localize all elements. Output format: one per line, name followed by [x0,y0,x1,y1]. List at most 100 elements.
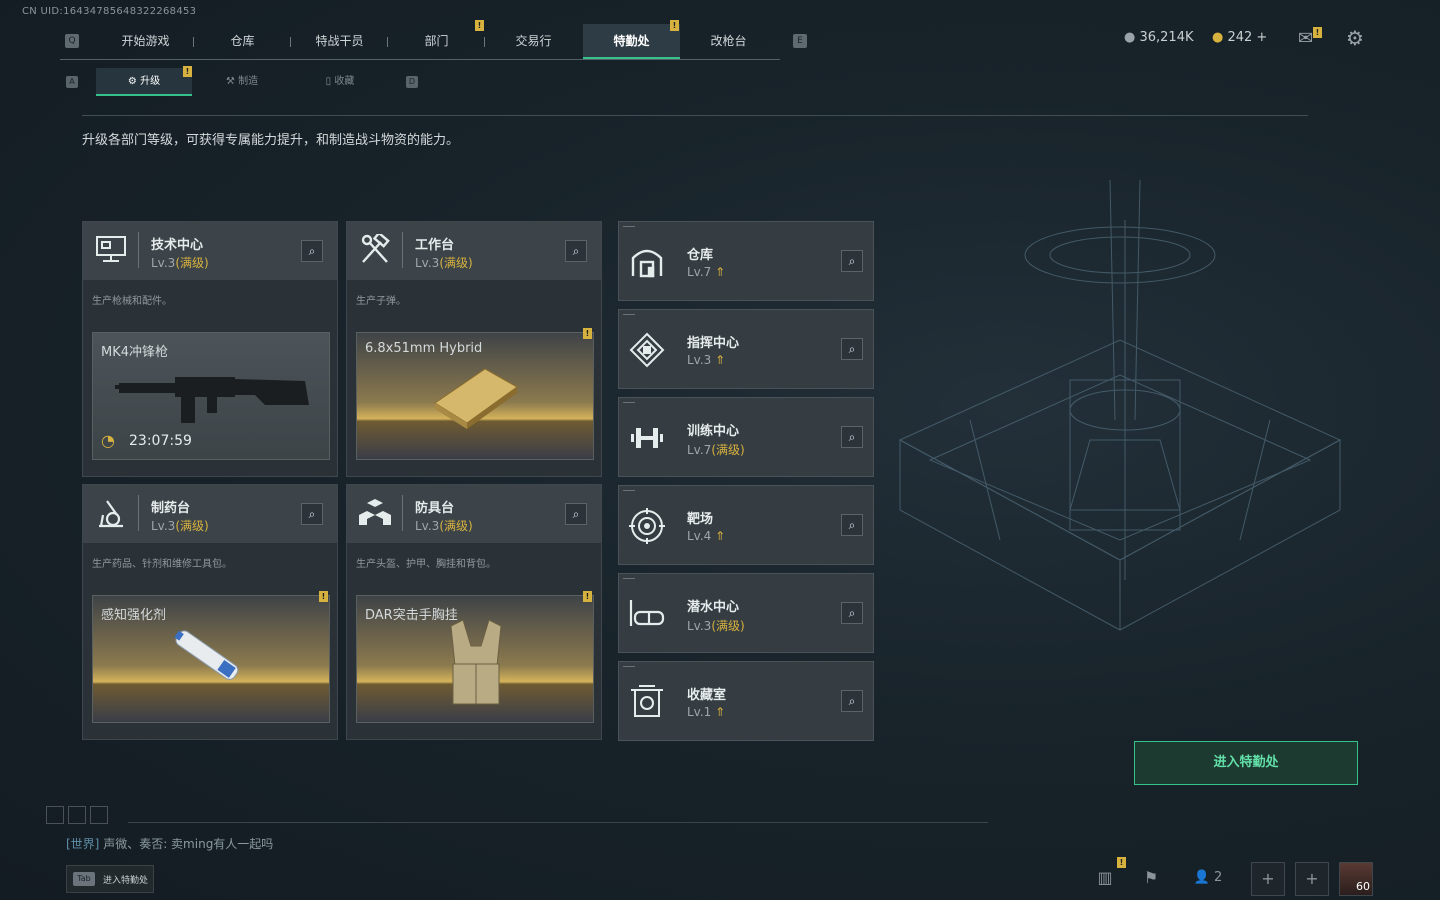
facility-description: 生产子弹。 [356,296,406,307]
product-slot[interactable]: 6.8x51mm Hybrid [356,332,594,460]
level-value: Lv.3 [415,519,440,533]
level-value: Lv.3 [415,256,440,270]
search-icon[interactable]: ⌕ [841,426,863,448]
chat-channel: [世界] [66,837,100,851]
tab-warehouse[interactable]: 仓库 [194,24,291,59]
product-name: 感知强化剂 [101,608,167,623]
friends-button[interactable]: 👤 2 [1188,862,1228,896]
nav-left-key[interactable]: Q [65,34,79,48]
upgrade-arrow-icon: ⇑ [715,265,726,279]
corner-mark [623,666,635,667]
player-level: 60 [1356,880,1370,893]
toolbar-square-icon[interactable] [68,806,86,824]
corner-mark [623,226,635,227]
goggles-icon [629,600,665,626]
search-icon[interactable]: ⌕ [301,503,323,525]
product-slot[interactable]: DAR突击手胸挂 [356,595,594,723]
facility-description: 生产药品、针剂和维修工具包。 [92,559,232,570]
facility-card-tech-center[interactable]: 技术中心 Lv.3(满级) ⌕ 生产枪械和配件。 MK4冲锋枪 ◔ 23:07:… [82,221,338,477]
dumbbell-icon [631,428,663,448]
tab-special-ops[interactable]: 特勤处 [583,24,680,59]
level-value: Lv.4 [687,529,712,543]
facility-item-collection[interactable]: 收藏室 Lv.1 ⇑ ⌕ [618,661,874,741]
tab-hint[interactable]: Tab 进入特勤处 [66,865,154,893]
page-description: 升级各部门等级，可获得专属能力提升，和制造战斗物资的能力。 [82,133,460,148]
tab-department[interactable]: 部门 [388,24,485,59]
level-value: Lv.7 [687,443,712,457]
tab-start-game[interactable]: 开始游戏 [97,24,194,59]
settings-gear-icon[interactable]: ⚙ [1346,26,1364,50]
max-level-tag: (满级) [439,256,473,270]
max-level-tag: (满级) [439,519,473,533]
chat-line[interactable]: [世界] 声微、奏否: 卖ming有人一起吗 [66,835,273,852]
search-icon[interactable]: ⌕ [841,250,863,272]
search-icon[interactable]: ⌕ [841,338,863,360]
toolbar-square-icon[interactable] [90,806,108,824]
gold-balance[interactable]: ● 242 + [1212,30,1267,45]
player-avatar[interactable]: 60 [1339,862,1373,896]
tab-operators[interactable]: 特战干员 [291,24,388,59]
facility-level: Lv.3(满级) [151,254,209,271]
add-slot-button[interactable]: + [1295,862,1329,896]
gold-amount: 242 + [1227,30,1268,45]
search-icon[interactable]: ⌕ [565,240,587,262]
facility-level: Lv.3(满级) [687,617,745,634]
subnav-left-key[interactable]: A [66,76,78,88]
divider [82,115,1308,116]
facility-card-workbench[interactable]: 工作台 Lv.3(满级) ⌕ 生产子弹。 6.8x51mm Hybrid ! [346,221,602,477]
product-slot[interactable]: MK4冲锋枪 ◔ 23:07:59 [92,332,330,460]
facility-item-command[interactable]: 指挥中心 Lv.3 ⇑ ⌕ [618,309,874,389]
header-divider [138,495,139,531]
product-slot[interactable]: 感知强化剂 [92,595,330,723]
timeline-divider [128,822,988,823]
facility-item-diving[interactable]: 潜水中心 Lv.3(满级) ⌕ [618,573,874,653]
friends-icon: 👤 [1193,870,1210,885]
facility-level: Lv.3 ⇑ [687,353,725,367]
chest-rig-image [450,619,502,705]
upgrade-arrow-icon: ⇑ [715,529,726,543]
header-divider [402,495,403,531]
coin-balance[interactable]: ● 36,214K [1124,30,1194,45]
tab-trade[interactable]: 交易行 [485,24,582,59]
facility-name: 技术中心 [151,238,204,253]
facility-name: 指挥中心 [687,336,740,351]
facility-level: Lv.1 ⇑ [687,705,725,719]
facility-item-range[interactable]: 靶场 Lv.4 ⇑ ⌕ [618,485,874,565]
enter-special-ops-button[interactable]: 进入特勤处 [1134,741,1358,785]
card-header: 制药台 Lv.3(满级) ⌕ [83,485,337,543]
subtab-craft-label: 制造 [238,76,259,87]
facility-description: 生产头盔、护甲、胸挂和背包。 [356,559,496,570]
search-icon[interactable]: ⌕ [841,514,863,536]
subtab-collection[interactable]: ▯ 收藏 [292,68,388,96]
max-level-tag: (满级) [175,519,209,533]
tab-gunsmith[interactable]: 改枪台 [680,24,777,59]
toolbar-square-icon[interactable] [46,806,64,824]
corner-mark [623,314,635,315]
corner-mark [623,402,635,403]
cubes-icon [359,499,391,525]
notification-badge: ! [319,591,328,602]
search-icon[interactable]: ⌕ [565,503,587,525]
search-icon[interactable]: ⌕ [301,240,323,262]
nav-right-key[interactable]: E [793,34,807,48]
search-icon[interactable]: ⌕ [841,690,863,712]
add-slot-button[interactable]: + [1251,862,1285,896]
facility-level: Lv.7(满级) [687,441,745,458]
notification-badge: ! [475,20,484,31]
card-header: 工作台 Lv.3(满级) ⌕ [347,222,601,280]
subnav-right-key[interactable]: D [406,76,418,88]
card-header: 技术中心 Lv.3(满级) ⌕ [83,222,337,280]
facility-name: 仓库 [687,248,714,263]
upgrade-arrow-icon: ⇑ [715,705,726,719]
facility-item-training[interactable]: 训练中心 Lv.7(满级) ⌕ [618,397,874,477]
facility-card-pharmacy[interactable]: 制药台 Lv.3(满级) ⌕ 生产药品、针剂和维修工具包。 感知强化剂 ! [82,484,338,740]
notification-badge: ! [583,591,592,602]
search-icon[interactable]: ⌕ [841,602,863,624]
mail-icon[interactable]: ✉ [1298,28,1313,49]
subtab-craft[interactable]: ⚒ 制造 [194,68,290,96]
facility-card-armor-bench[interactable]: 防具台 Lv.3(满级) ⌕ 生产头盔、护甲、胸挂和背包。 DAR突击手胸挂 ! [346,484,602,740]
flag-icon[interactable]: ⚑ [1134,862,1168,896]
facility-item-warehouse[interactable]: 仓库 Lv.7 ⇑ ⌕ [618,221,874,301]
subtab-upgrade[interactable]: ⚙ 升级 [96,68,192,96]
subtab-collection-label: 收藏 [334,76,355,87]
